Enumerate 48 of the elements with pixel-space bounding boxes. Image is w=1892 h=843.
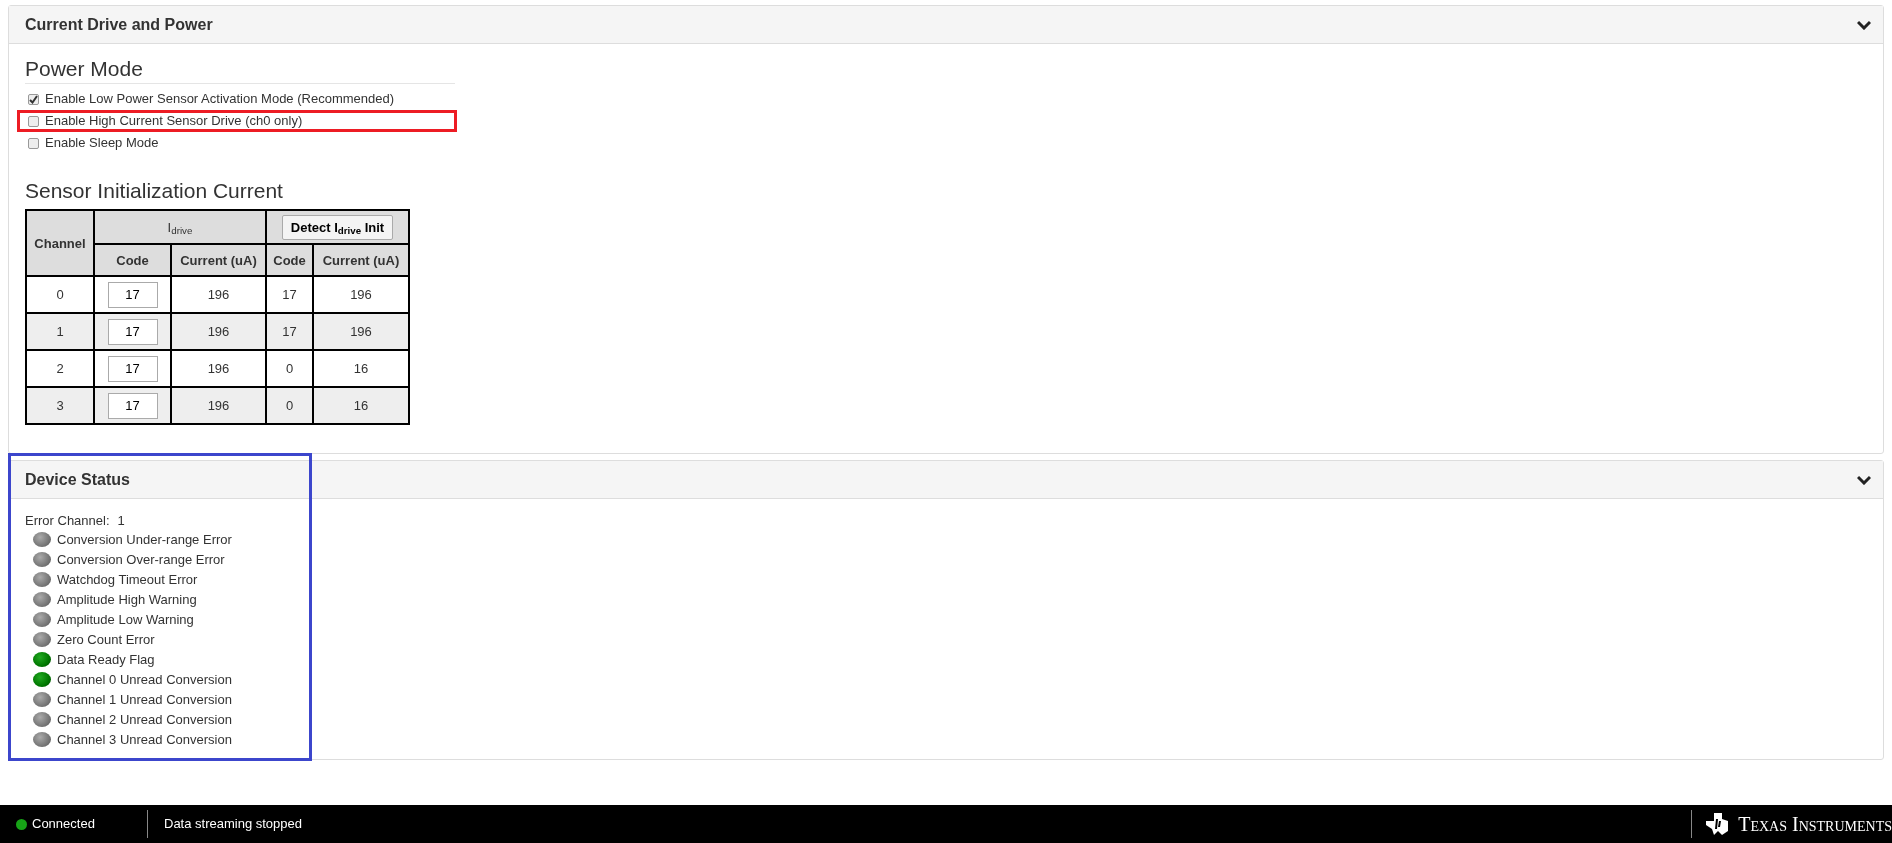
column-header: Code bbox=[266, 244, 313, 277]
panel-title: Device Status bbox=[25, 469, 130, 490]
column-header: Current (uA) bbox=[171, 244, 266, 277]
field-value: 1 bbox=[117, 512, 125, 530]
column-header: Code bbox=[94, 244, 171, 277]
logo-icon bbox=[1704, 811, 1731, 837]
column-header: Current (uA) bbox=[313, 244, 409, 277]
code-input[interactable]: 17 bbox=[107, 281, 158, 308]
checkbox[interactable] bbox=[28, 137, 39, 149]
table-cell: 3 bbox=[26, 387, 94, 425]
status-label: Channel 3 Unread Conversion bbox=[57, 730, 232, 749]
code-input[interactable]: 17 bbox=[107, 318, 158, 345]
connection-status: Connected bbox=[32, 815, 95, 834]
checkbox[interactable] bbox=[28, 115, 39, 127]
chevron-down-icon[interactable] bbox=[1857, 474, 1871, 485]
streaming-status: Data streaming stopped bbox=[164, 815, 303, 834]
column-header: Channel bbox=[26, 210, 94, 277]
status-label: Conversion Under-range Error bbox=[57, 530, 232, 549]
table-cell: 16 bbox=[313, 387, 409, 425]
table-cell: 196 bbox=[171, 313, 266, 351]
status-label: Watchdog Timeout Error bbox=[57, 570, 198, 589]
checkbox-label: Enable Sleep Mode bbox=[45, 134, 159, 153]
chevron-down-icon[interactable] bbox=[1857, 19, 1871, 30]
table-cell: 196 bbox=[171, 387, 266, 425]
panel-title: Current Drive and Power bbox=[25, 14, 213, 35]
status-label: Amplitude Low Warning bbox=[57, 610, 194, 629]
table-cell: 196 bbox=[313, 313, 409, 351]
status-label: Zero Count Error bbox=[57, 630, 155, 649]
checkbox-label: Enable Low Power Sensor Activation Mode (Recommended) bbox=[45, 90, 394, 109]
status-label: Conversion Over-range Error bbox=[57, 550, 225, 569]
field-label: Error Channel: bbox=[25, 512, 110, 530]
status-label: Channel 0 Unread Conversion bbox=[57, 670, 232, 689]
status-label: Channel 1 Unread Conversion bbox=[57, 690, 232, 709]
table-cell: 1 bbox=[26, 313, 94, 351]
table-cell: 17 bbox=[266, 313, 313, 351]
status-label: Channel 2 Unread Conversion bbox=[57, 710, 232, 729]
code-input[interactable]: 17 bbox=[107, 392, 158, 419]
status-label: Amplitude High Warning bbox=[57, 590, 197, 609]
table-cell: 0 bbox=[266, 387, 313, 425]
section-heading: Sensor Initialization Current bbox=[25, 178, 284, 204]
detect-button[interactable]: Detect I$_{drive}$ Init bbox=[281, 214, 394, 241]
checkbox-label: Enable High Current Sensor Drive (ch0 only) bbox=[45, 112, 303, 131]
logo-text: Texas Instruments bbox=[1738, 812, 1892, 837]
column-header: I$_{drive}$ bbox=[94, 210, 266, 245]
checkbox[interactable] bbox=[28, 93, 39, 105]
status-label: Data Ready Flag bbox=[57, 650, 155, 669]
section-heading: Power Mode bbox=[25, 56, 144, 82]
code-input[interactable]: 17 bbox=[107, 355, 158, 382]
